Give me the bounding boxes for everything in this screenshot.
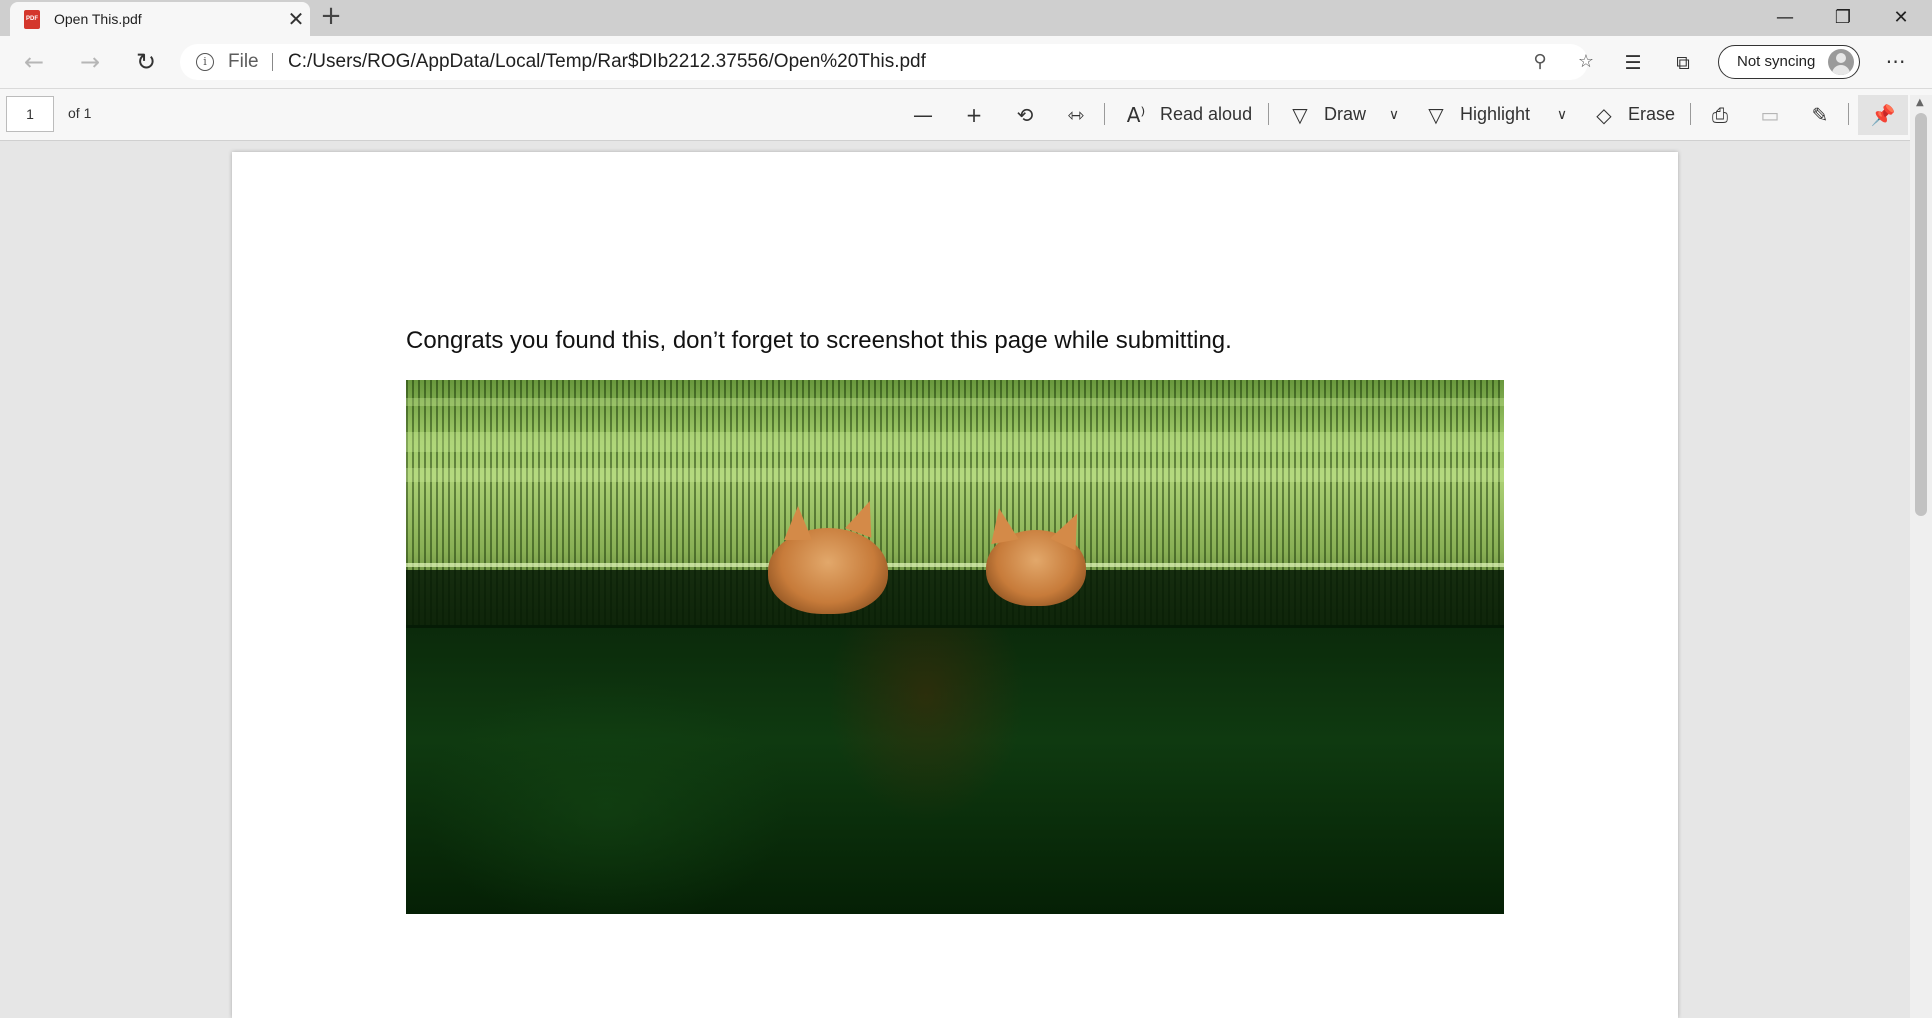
image-band — [406, 398, 1504, 406]
save-as-icon[interactable]: ✎ — [1806, 101, 1834, 129]
chevron-down-icon[interactable]: ∨ — [1380, 101, 1408, 129]
back-arrow-icon[interactable]: ← — [18, 46, 50, 78]
restore-icon[interactable]: ❐ — [1814, 0, 1872, 36]
fit-page-icon[interactable]: ⇿ — [1062, 101, 1090, 129]
refresh-icon[interactable]: ↻ — [130, 46, 162, 78]
collections-icon[interactable]: ⧉ — [1670, 50, 1696, 76]
toolbar-divider — [1690, 103, 1691, 125]
toolbar-divider — [1848, 103, 1849, 125]
scheme-label: File — [228, 51, 259, 72]
rotate-icon[interactable]: ⟲ — [1011, 101, 1039, 129]
sync-label: Not syncing — [1737, 53, 1816, 70]
read-aloud-icon[interactable]: A⁾ — [1122, 101, 1150, 129]
minimize-icon[interactable]: — — [1756, 0, 1814, 36]
title-bar: PDF Open This.pdf ✕ + — ❐ ✕ — [0, 0, 1932, 36]
address-divider — [272, 53, 273, 71]
pin-toolbar-icon[interactable]: 📌 — [1858, 95, 1908, 135]
image-lower-region — [406, 625, 1504, 914]
save-icon[interactable]: ▭ — [1756, 101, 1784, 129]
erase-button[interactable]: Erase — [1628, 104, 1675, 125]
eraser-icon[interactable]: ◇ — [1590, 101, 1618, 129]
zoom-icon[interactable]: ⚲ — [1528, 50, 1552, 74]
address-bar[interactable]: i File C:/Users/ROG/AppData/Local/Temp/R… — [180, 44, 1594, 80]
document-text: Congrats you found this, don’t forget to… — [406, 327, 1232, 354]
more-options-icon[interactable]: ⋯ — [1882, 48, 1910, 76]
close-window-icon[interactable]: ✕ — [1872, 0, 1930, 36]
cat-left — [768, 528, 888, 614]
image-band — [406, 432, 1504, 452]
page-count-label: of 1 — [68, 105, 92, 121]
pdf-toolbar: 1 of 1 — + ⟲ ⇿ A⁾ Read aloud ▽ Draw ∨ ▽ … — [0, 89, 1932, 141]
pdf-page: Congrats you found this, don’t forget to… — [232, 152, 1678, 1018]
favorites-icon[interactable]: ☰ — [1620, 50, 1646, 76]
zoom-in-icon[interactable]: + — [960, 101, 988, 129]
scroll-thumb[interactable] — [1915, 113, 1927, 516]
zoom-out-icon[interactable]: — — [909, 101, 937, 129]
url-text[interactable]: C:/Users/ROG/AppData/Local/Temp/Rar$DIb2… — [288, 51, 926, 73]
toolbar-divider — [1268, 103, 1269, 125]
cat-ear — [784, 506, 812, 540]
image-dark-band — [406, 570, 1504, 628]
address-toolbar: ← → ↻ i File C:/Users/ROG/AppData/Local/… — [0, 36, 1932, 89]
image-band — [406, 468, 1504, 482]
profile-sync-button[interactable]: Not syncing — [1718, 45, 1860, 79]
print-icon[interactable]: ⎙ — [1706, 101, 1734, 129]
browser-tab[interactable]: PDF Open This.pdf ✕ — [10, 2, 310, 36]
avatar — [1828, 49, 1854, 75]
draw-pen-icon[interactable]: ▽ — [1286, 101, 1314, 129]
tab-title: Open This.pdf — [54, 11, 142, 27]
cat-ear — [985, 505, 1019, 545]
toolbar-divider — [1104, 103, 1105, 125]
star-icon[interactable]: ☆ — [1574, 50, 1598, 74]
close-icon[interactable]: ✕ — [284, 7, 308, 31]
plus-icon[interactable]: + — [318, 3, 344, 30]
scroll-up-icon[interactable]: ▲ — [1916, 97, 1924, 108]
read-aloud-button[interactable]: Read aloud — [1160, 104, 1252, 125]
vertical-scrollbar[interactable]: ▲ — [1910, 95, 1932, 1018]
forward-arrow-icon[interactable]: → — [74, 46, 106, 78]
highlighter-icon[interactable]: ▽ — [1422, 101, 1450, 129]
embedded-image-icon — [406, 380, 1504, 914]
chevron-down-icon[interactable]: ∨ — [1548, 101, 1576, 129]
highlight-button[interactable]: Highlight — [1460, 104, 1530, 125]
page-number-input[interactable]: 1 — [6, 96, 54, 132]
draw-button[interactable]: Draw — [1324, 104, 1366, 125]
pdf-file-icon: PDF — [24, 10, 40, 29]
info-icon[interactable]: i — [196, 53, 214, 71]
image-band — [406, 563, 1504, 567]
